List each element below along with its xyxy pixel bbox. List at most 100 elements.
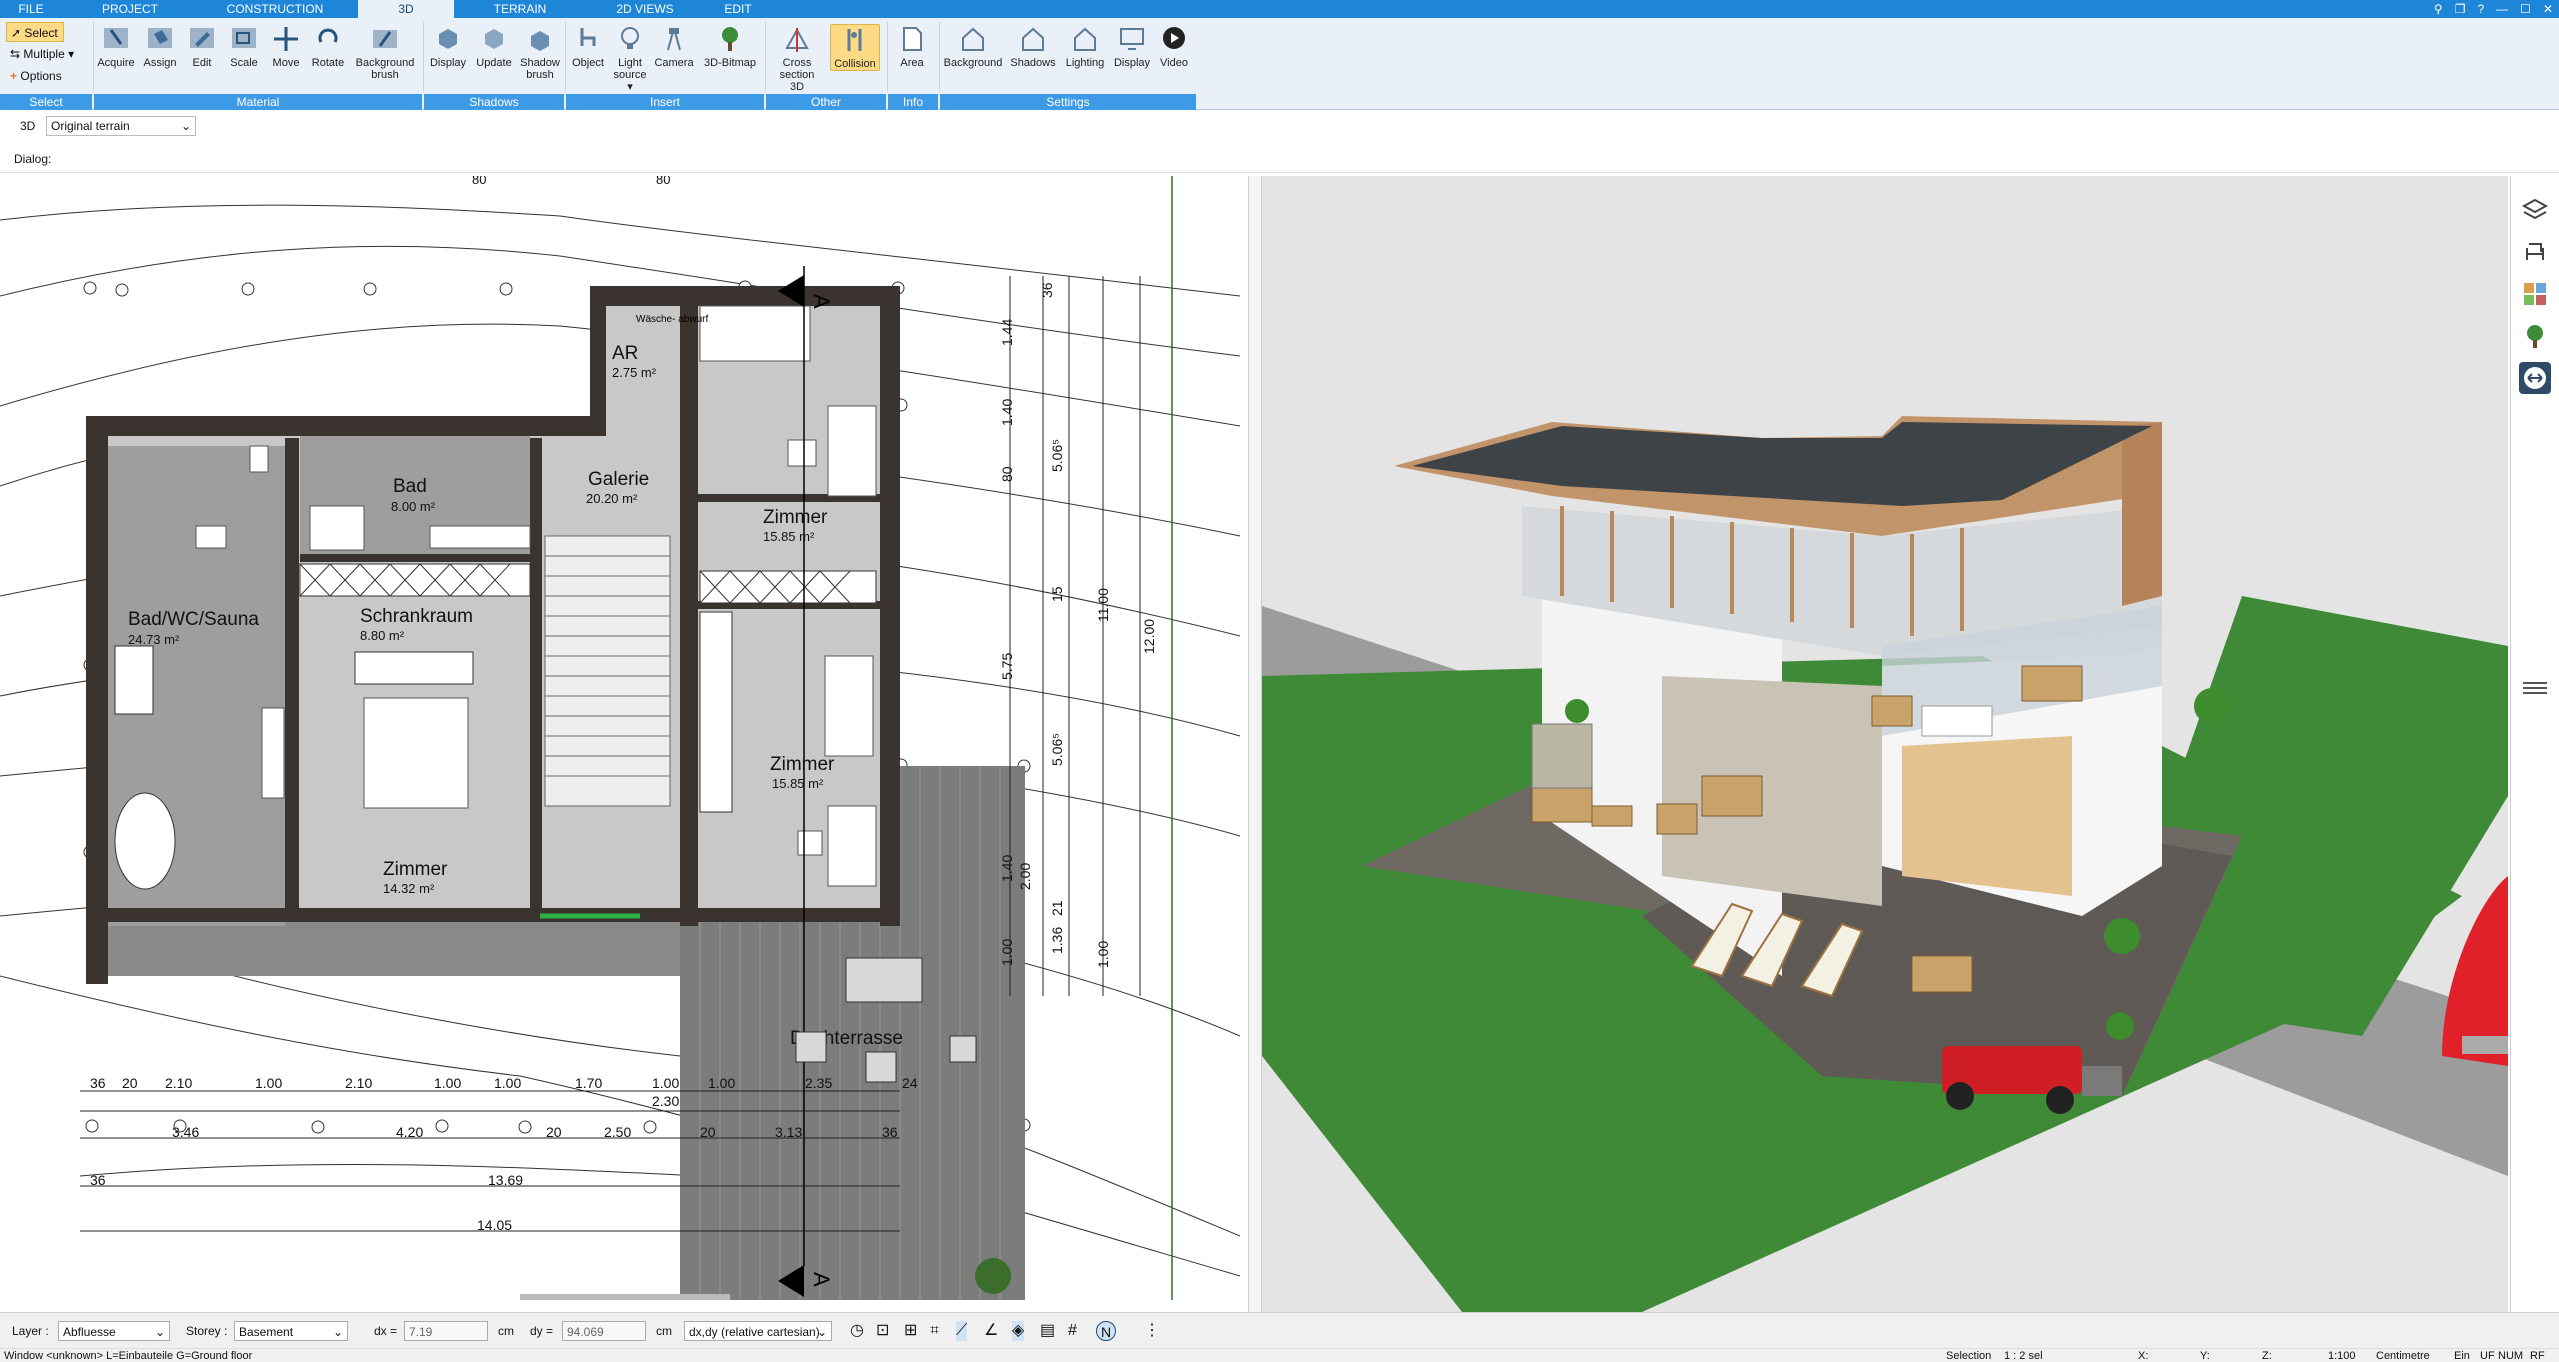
assign-button[interactable]: Assign	[140, 24, 180, 69]
top-dimensions: 80 80	[472, 176, 670, 187]
options-button[interactable]: + Options	[6, 66, 66, 86]
dim-label: 20	[546, 1124, 562, 1140]
group-info: Area Info	[888, 18, 938, 110]
room-area: 8.80 m²	[360, 628, 405, 643]
floor-plan-view[interactable]: A A AR 2.75 m² Bad 8.00 m² Galerie 20.20…	[0, 176, 1256, 1300]
layer-select[interactable]: Abfluesse ⌄	[58, 1321, 170, 1341]
dim-label: 24	[902, 1075, 918, 1091]
close-icon[interactable]: ✕	[2543, 2, 2553, 16]
area-button[interactable]: Area	[892, 24, 932, 69]
terrain-select[interactable]: Original terrain ⌄	[46, 116, 196, 136]
horizontal-scrollbar[interactable]	[520, 1294, 730, 1300]
group-label-shadows: Shadows	[424, 94, 564, 110]
rotate-button[interactable]: Rotate	[308, 24, 348, 69]
tab-3d[interactable]: 3D	[358, 0, 454, 18]
teamviewer-button[interactable]	[2519, 362, 2551, 394]
dim-label: 11.00	[1095, 588, 1111, 622]
layers-button[interactable]	[2519, 194, 2551, 226]
tab-terrain[interactable]: TERRAIN	[470, 0, 570, 18]
cursor-icon: ➚	[11, 26, 22, 40]
shadow-display-button[interactable]: Display	[426, 24, 470, 69]
tab-2d-views[interactable]: 2D VIEWS	[590, 0, 700, 18]
background-brush-button[interactable]: Background brush	[352, 24, 418, 81]
view-splitter[interactable]	[1248, 176, 1262, 1312]
room-area: 15.85 m²	[772, 776, 824, 791]
edit-material-button[interactable]: Edit	[182, 24, 222, 69]
paint-bucket-icon	[148, 28, 172, 48]
north-icon[interactable]: N	[1096, 1321, 1116, 1341]
video-button[interactable]: Video	[1154, 24, 1194, 69]
lighting-button[interactable]: Lighting	[1062, 24, 1108, 69]
angle-icon[interactable]: ∠	[984, 1321, 998, 1341]
dim-label: 2.10	[345, 1075, 372, 1091]
room-name: Zimmer	[770, 754, 835, 775]
dy-unit: cm	[656, 1324, 672, 1338]
ortho-icon[interactable]: ⟋	[956, 1321, 968, 1341]
house-shadow-icon	[1022, 27, 1044, 51]
tab-construction[interactable]: CONSTRUCTION	[210, 0, 340, 18]
clock-icon[interactable]: ◷	[850, 1321, 864, 1341]
dx-label: dx =	[374, 1324, 398, 1338]
shadows-settings-button[interactable]: Shadows	[1008, 24, 1058, 69]
bitmap-3d-button[interactable]: 3D-Bitmap	[700, 24, 760, 69]
layer-lock-icon[interactable]: ◈	[1012, 1321, 1025, 1341]
shadow-brush-button[interactable]: Shadow brush	[518, 24, 562, 81]
tab-edit[interactable]: EDIT	[716, 0, 760, 18]
grid-icon[interactable]: #	[1068, 1321, 1077, 1341]
restore-icon[interactable]: ❐	[2455, 2, 2466, 16]
hatch-icon[interactable]: ▤	[1040, 1321, 1055, 1341]
dim-label: 13.69	[488, 1172, 523, 1188]
object-button[interactable]: Object	[568, 24, 608, 69]
collision-button[interactable]: Collision	[830, 24, 880, 71]
materials-catalog-button[interactable]	[2519, 278, 2551, 310]
select-button[interactable]: ➚ Select	[6, 22, 64, 42]
coord-z-label: Z:	[2262, 1350, 2272, 1362]
move-button[interactable]: Move	[266, 24, 306, 69]
layer-value: Abfluesse	[63, 1325, 116, 1339]
room-name: Schrankraum	[360, 606, 473, 627]
cross-section-3d-button[interactable]: Cross section 3D	[772, 24, 822, 93]
background-button[interactable]: Background	[942, 24, 1004, 69]
shadow-update-button[interactable]: Update	[472, 24, 516, 69]
coordinate-mode-select[interactable]: dx,dy (relative cartesian) ⌄	[684, 1321, 832, 1341]
storey-value: Basement	[239, 1325, 294, 1339]
scale-value: 1:100	[2328, 1350, 2356, 1362]
balcony-slab	[90, 921, 680, 976]
staircase	[544, 535, 671, 807]
tab-project[interactable]: PROJECT	[82, 0, 178, 18]
cube-shadow-icon	[439, 29, 457, 49]
more-options-icon[interactable]: ⋮	[1144, 1321, 1160, 1341]
dy-input[interactable]: 94.069	[562, 1321, 646, 1341]
chevron-down-icon: ⌄	[816, 1325, 827, 1339]
brush-icon	[373, 30, 397, 48]
group-select: ➚ Select ⇆ Multiple ▾ + Options Select	[0, 18, 92, 110]
light-source-button[interactable]: Light source ▾	[610, 24, 650, 93]
help-icon[interactable]: ?	[2477, 2, 2484, 16]
panel-handle[interactable]	[2519, 672, 2551, 704]
maximize-icon[interactable]: ☐	[2520, 2, 2531, 16]
scale-button[interactable]: Scale	[224, 24, 264, 69]
dim-label: 1.70	[575, 1075, 602, 1091]
tab-file[interactable]: FILE	[0, 0, 62, 18]
camera-button[interactable]: Camera	[654, 24, 694, 69]
dim-label: 2.00	[1017, 863, 1033, 890]
dim-label: 1.40	[999, 399, 1015, 426]
3d-view[interactable]	[1262, 176, 2508, 1312]
ribbon: ➚ Select ⇆ Multiple ▾ + Options Select A…	[0, 18, 2559, 110]
grid-snap-icon[interactable]: ⌗	[930, 1321, 939, 1341]
display-settings-button[interactable]: Display	[1110, 24, 1154, 69]
dx-input[interactable]: 7.19	[404, 1321, 488, 1341]
snap-icon[interactable]: ⊡	[876, 1321, 889, 1341]
object-snap-icon[interactable]: ⊞	[904, 1321, 917, 1341]
dim-label: 1.40	[999, 855, 1015, 882]
acquire-button[interactable]: Acquire	[96, 24, 136, 69]
area-label: Area	[900, 57, 924, 69]
minimize-icon[interactable]: —	[2496, 2, 2508, 16]
plants-catalog-button[interactable]	[2519, 320, 2551, 352]
group-label-insert: Insert	[566, 94, 764, 110]
multiple-button[interactable]: ⇆ Multiple ▾	[6, 44, 78, 64]
storey-select[interactable]: Basement ⌄	[234, 1321, 348, 1341]
pin-icon[interactable]: ⚲	[2434, 2, 2443, 16]
furniture-catalog-button[interactable]	[2519, 236, 2551, 268]
terrain-value: Original terrain	[51, 119, 130, 133]
